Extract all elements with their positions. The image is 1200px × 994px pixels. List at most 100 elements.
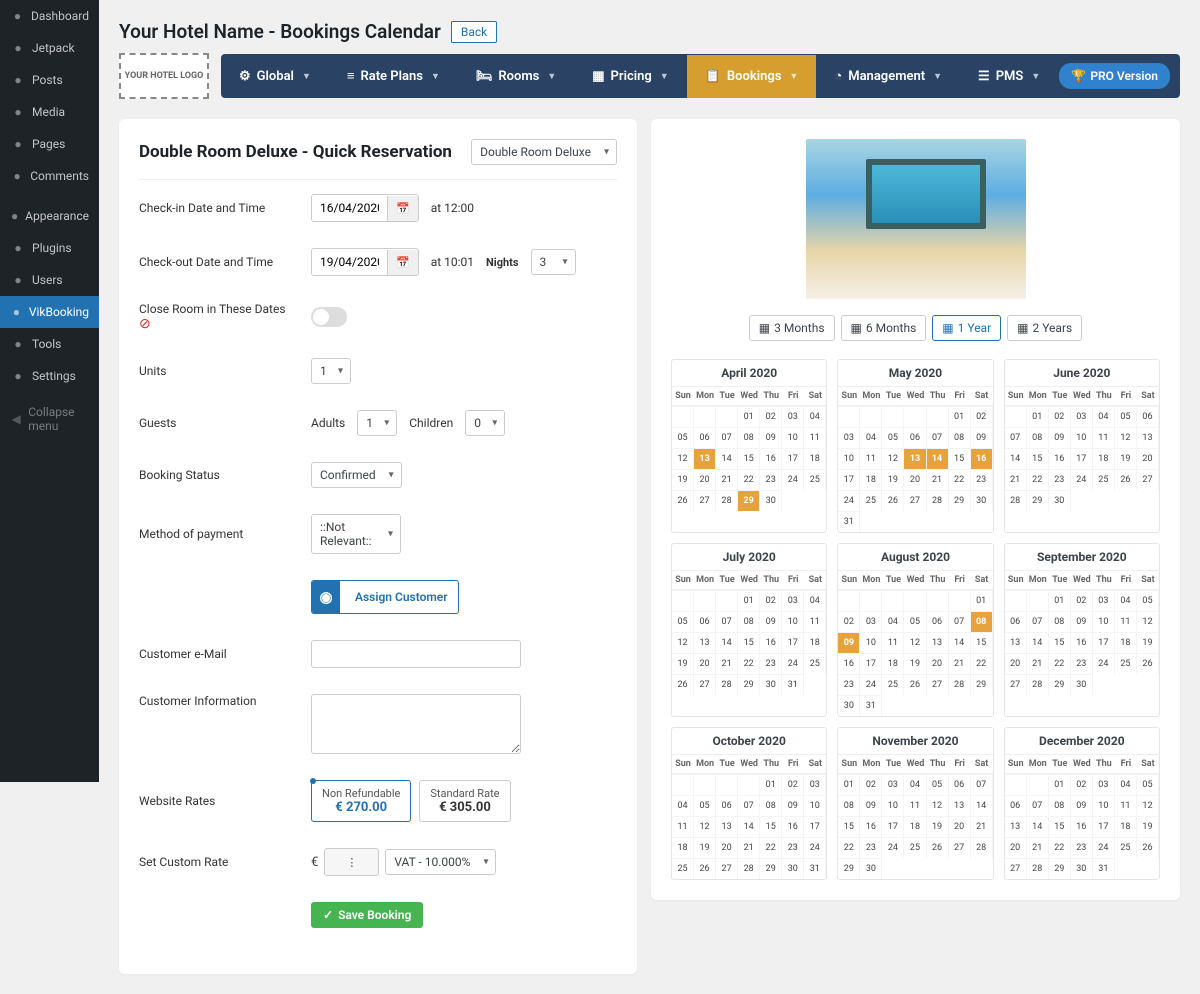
nights-select[interactable]: 3	[531, 249, 576, 275]
day-10[interactable]: 10	[1093, 795, 1115, 816]
day-20[interactable]: 20	[1005, 837, 1027, 858]
day-25[interactable]: 25	[672, 858, 694, 879]
day-11[interactable]: 11	[882, 632, 904, 653]
day-6[interactable]: 06	[904, 427, 926, 448]
day-29[interactable]: 29	[1049, 858, 1071, 879]
day-21[interactable]: 21	[1027, 653, 1049, 674]
day-8[interactable]: 08	[1049, 611, 1071, 632]
day-25[interactable]: 25	[804, 469, 826, 490]
sidebar-item-comments[interactable]: ●Comments	[0, 160, 99, 192]
day-18[interactable]: 18	[804, 632, 826, 653]
day-17[interactable]: 17	[860, 653, 882, 674]
day-23[interactable]: 23	[860, 837, 882, 858]
day-16[interactable]: 16	[838, 653, 860, 674]
day-28[interactable]: 28	[716, 490, 738, 511]
day-27[interactable]: 27	[927, 674, 949, 695]
day-29[interactable]: 29	[971, 674, 993, 695]
day-4[interactable]: 04	[672, 795, 694, 816]
day-10[interactable]: 10	[1093, 611, 1115, 632]
status-select[interactable]: Confirmed	[311, 462, 402, 488]
day-31[interactable]: 31	[782, 674, 804, 695]
day-23[interactable]: 23	[1071, 837, 1093, 858]
day-12[interactable]: 12	[904, 632, 926, 653]
day-2[interactable]: 02	[838, 611, 860, 632]
day-16[interactable]: 16	[860, 816, 882, 837]
pro-version-badge[interactable]: 🏆PRO Version	[1059, 63, 1170, 89]
day-8[interactable]: 08	[949, 427, 971, 448]
day-28[interactable]: 28	[1005, 490, 1027, 511]
day-13[interactable]: 13	[694, 448, 716, 469]
period-2-years[interactable]: ▦2 Years	[1007, 315, 1082, 341]
day-27[interactable]: 27	[694, 674, 716, 695]
day-14[interactable]: 14	[927, 448, 949, 469]
day-26[interactable]: 26	[904, 674, 926, 695]
day-26[interactable]: 26	[882, 490, 904, 511]
day-19[interactable]: 19	[694, 837, 716, 858]
day-30[interactable]: 30	[838, 695, 860, 716]
day-23[interactable]: 23	[782, 837, 804, 858]
day-17[interactable]: 17	[1093, 632, 1115, 653]
day-14[interactable]: 14	[716, 448, 738, 469]
day-30[interactable]: 30	[760, 490, 782, 511]
day-7[interactable]: 07	[716, 611, 738, 632]
day-17[interactable]: 17	[882, 816, 904, 837]
day-9[interactable]: 09	[760, 427, 782, 448]
day-8[interactable]: 08	[760, 795, 782, 816]
day-16[interactable]: 16	[1071, 632, 1093, 653]
sidebar-item-vikbooking[interactable]: ●VikBooking	[0, 296, 99, 328]
day-19[interactable]: 19	[882, 469, 904, 490]
day-29[interactable]: 29	[838, 858, 860, 879]
day-3[interactable]: 03	[1093, 590, 1115, 611]
day-10[interactable]: 10	[1071, 427, 1093, 448]
day-8[interactable]: 08	[1027, 427, 1049, 448]
day-21[interactable]: 21	[738, 837, 760, 858]
day-8[interactable]: 08	[971, 611, 993, 632]
day-29[interactable]: 29	[760, 858, 782, 879]
period-1-year[interactable]: ▦1 Year	[932, 315, 1001, 341]
day-15[interactable]: 15	[1027, 448, 1049, 469]
day-1[interactable]: 01	[738, 406, 760, 427]
day-6[interactable]: 06	[927, 611, 949, 632]
day-19[interactable]: 19	[927, 816, 949, 837]
day-28[interactable]: 28	[971, 837, 993, 858]
day-24[interactable]: 24	[804, 837, 826, 858]
day-30[interactable]: 30	[782, 858, 804, 879]
day-13[interactable]: 13	[949, 795, 971, 816]
day-7[interactable]: 07	[1027, 611, 1049, 632]
day-21[interactable]: 21	[927, 469, 949, 490]
day-5[interactable]: 05	[927, 774, 949, 795]
sidebar-item-posts[interactable]: ●Posts	[0, 64, 99, 96]
day-6[interactable]: 06	[1005, 795, 1027, 816]
day-2[interactable]: 02	[1071, 590, 1093, 611]
day-26[interactable]: 26	[694, 858, 716, 879]
day-5[interactable]: 05	[694, 795, 716, 816]
day-28[interactable]: 28	[1027, 674, 1049, 695]
day-18[interactable]: 18	[882, 653, 904, 674]
sidebar-item-tools[interactable]: ●Tools	[0, 328, 99, 360]
day-4[interactable]: 04	[804, 406, 826, 427]
day-3[interactable]: 03	[838, 427, 860, 448]
day-10[interactable]: 10	[782, 611, 804, 632]
day-1[interactable]: 01	[838, 774, 860, 795]
day-24[interactable]: 24	[1093, 653, 1115, 674]
day-7[interactable]: 07	[949, 611, 971, 632]
payment-select[interactable]: ::Not Relevant::	[311, 514, 401, 554]
day-26[interactable]: 26	[672, 490, 694, 511]
day-13[interactable]: 13	[927, 632, 949, 653]
day-23[interactable]: 23	[838, 674, 860, 695]
day-2[interactable]: 02	[1049, 406, 1071, 427]
nav-rooms[interactable]: 🛏Rooms▼	[458, 55, 574, 98]
day-27[interactable]: 27	[949, 837, 971, 858]
day-9[interactable]: 09	[1071, 611, 1093, 632]
day-1[interactable]: 01	[1049, 590, 1071, 611]
day-6[interactable]: 06	[949, 774, 971, 795]
assign-customer-button[interactable]: ◉Assign Customer	[311, 580, 459, 614]
day-31[interactable]: 31	[838, 511, 860, 532]
day-16[interactable]: 16	[1049, 448, 1071, 469]
day-25[interactable]: 25	[1115, 653, 1137, 674]
day-2[interactable]: 02	[860, 774, 882, 795]
day-2[interactable]: 02	[1071, 774, 1093, 795]
day-12[interactable]: 12	[694, 816, 716, 837]
day-30[interactable]: 30	[860, 858, 882, 879]
day-16[interactable]: 16	[971, 448, 993, 469]
